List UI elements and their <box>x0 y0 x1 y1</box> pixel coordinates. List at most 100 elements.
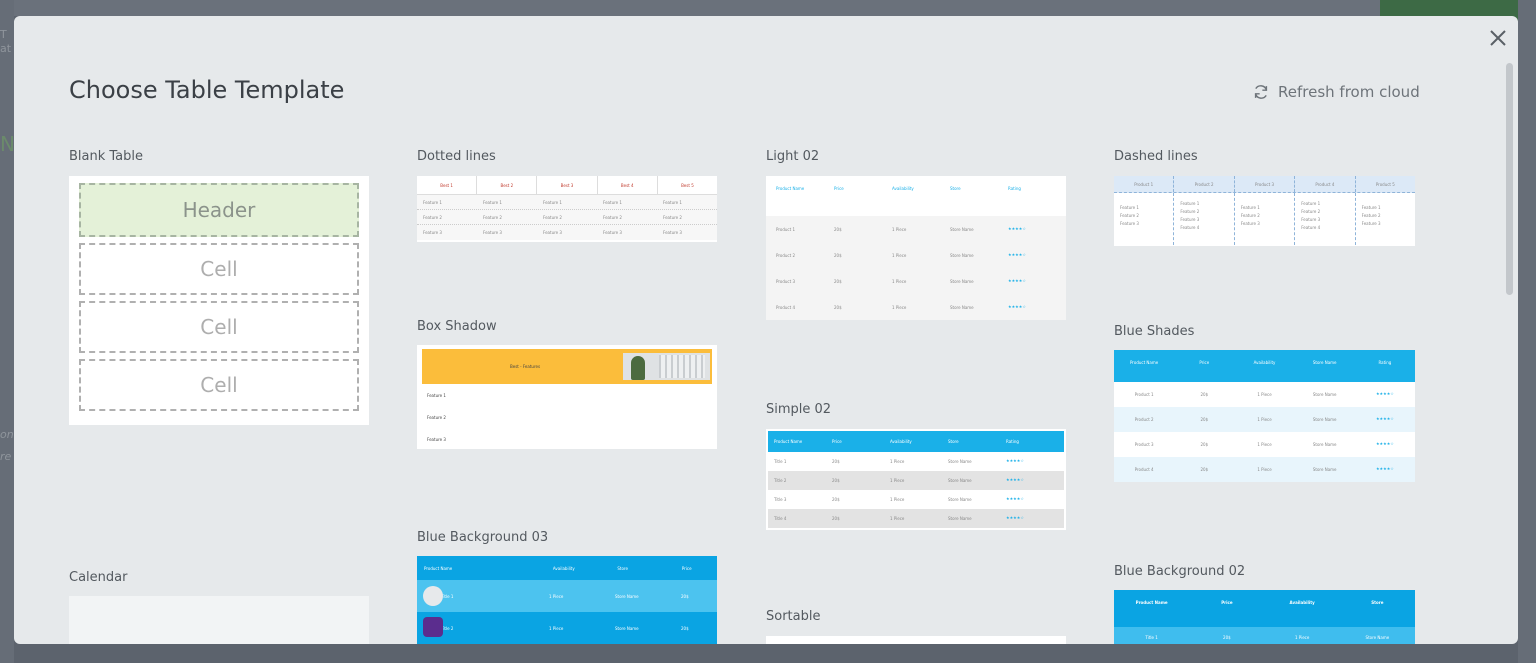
preview-cell: Cell <box>79 243 359 295</box>
backdrop-fragment: N <box>0 132 15 156</box>
template-dashed-lines[interactable]: Product 1 Product 2 Product 3 Product 4 … <box>1114 176 1415 246</box>
preview-text: Product 4 <box>1295 176 1356 192</box>
preview-text: ★★★★☆ <box>1006 515 1024 520</box>
preview-text: Feature 1 <box>427 393 446 398</box>
template-blue-background-03[interactable]: Product Name Availability Store Price Ti… <box>417 556 717 644</box>
preview-text: Store Name <box>950 227 974 232</box>
preview-text: Feature 1 <box>663 200 682 205</box>
preview-text: Feature 1 <box>1361 205 1381 210</box>
preview-text: Store Name <box>1312 360 1337 365</box>
preview-text: 1 Piece <box>1257 392 1272 397</box>
template-label-box-shadow: Box Shadow <box>417 319 497 334</box>
preview-text: Store Name <box>615 626 639 631</box>
preview-text: 1 Piece <box>892 305 907 310</box>
preview-text: Feature 2 <box>1301 209 1321 214</box>
preview-text: Store Name <box>1312 392 1337 397</box>
preview-text: Feature 3 <box>1301 217 1321 222</box>
preview-text: 1 Piece <box>892 227 907 232</box>
template-simple-02[interactable]: Product Name Price Availability Store Ra… <box>766 429 1066 530</box>
preview-text: Feature 3 <box>483 230 502 235</box>
refresh-label: Refresh from cloud <box>1278 83 1420 101</box>
preview-text: Store Name <box>950 279 974 284</box>
preview-text: Title 2 <box>441 626 454 631</box>
template-sortable[interactable] <box>766 636 1066 644</box>
preview-text: Store Name <box>1312 442 1337 447</box>
template-blue-background-02[interactable]: Product Name Price Availability Store Ti… <box>1114 590 1415 644</box>
preview-text: Store Name <box>948 497 972 502</box>
close-icon[interactable] <box>1486 26 1510 50</box>
backdrop-fragment: re <box>0 450 12 463</box>
preview-cell: Cell <box>79 301 359 353</box>
preview-text: 1 Piece <box>892 279 907 284</box>
template-label-blank-table: Blank Table <box>69 149 144 164</box>
preview-text: ★★★★☆ <box>1006 458 1024 463</box>
refresh-from-cloud-button[interactable]: Refresh from cloud <box>1252 83 1420 101</box>
preview-text: Price <box>834 186 844 191</box>
preview-text: Feature 3 <box>1361 221 1381 226</box>
template-blue-shades[interactable]: Product Name Price Availability Store Na… <box>1114 350 1415 482</box>
product-thumbnail <box>423 617 443 637</box>
template-blank-table[interactable]: Header Cell Cell Cell <box>69 176 369 425</box>
preview-text: Feature 2 <box>1180 209 1200 214</box>
preview-text: Best 5 <box>681 183 694 188</box>
preview-text: Feature 1 <box>543 200 562 205</box>
preview-text: ★★★★☆ <box>1375 466 1394 471</box>
preview-text: 1 Piece <box>1257 442 1272 447</box>
preview-text: Product 3 <box>1235 176 1296 192</box>
preview-text: Feature 2 <box>603 215 622 220</box>
preview-text: Store Name <box>948 459 972 464</box>
preview-text: Price <box>1199 360 1210 365</box>
preview-text: 1 Piece <box>549 594 564 599</box>
preview-text: Feature 2 <box>663 215 682 220</box>
preview-text: Feature 3 <box>427 437 446 442</box>
preview-text: 20$ <box>834 253 842 258</box>
preview-header: Header <box>79 183 359 237</box>
preview-text: Product 2 <box>1134 417 1154 422</box>
backdrop-left-panel: T at N on re <box>0 0 15 663</box>
backdrop-topbar <box>0 0 1536 16</box>
template-box-shadow[interactable]: Best - Features Feature 1 Feature 2 Feat… <box>417 345 717 449</box>
preview-text: Title 4 <box>774 516 787 521</box>
template-label-calendar: Calendar <box>69 570 128 585</box>
preview-text: Best 3 <box>537 176 598 194</box>
template-light-02[interactable]: Product Name Price Availability Store Ra… <box>766 176 1066 320</box>
preview-text: Product 1 <box>776 227 796 232</box>
backdrop-fragment: T <box>0 28 7 41</box>
preview-text: Rating <box>1008 186 1021 191</box>
preview-text: Feature 2 <box>1240 213 1260 218</box>
preview-text: ★★★★☆ <box>1008 278 1026 283</box>
template-label-dashed-lines: Dashed lines <box>1114 149 1198 164</box>
template-dotted-lines[interactable]: Best 1 Best 2 Best 3 Best 4 Best 5 Featu… <box>417 176 717 242</box>
preview-text: Store Name <box>950 253 974 258</box>
preview-text: Availability <box>1289 600 1315 605</box>
preview-text: Feature 3 <box>1240 221 1260 226</box>
preview-text: Product 3 <box>1134 442 1154 447</box>
preview-text: Feature 1 <box>1301 201 1321 206</box>
preview-text: Feature 2 <box>427 415 446 420</box>
preview-text: Product 1 <box>1134 392 1154 397</box>
preview-text: Store Name <box>950 305 974 310</box>
preview-text: Feature 3 <box>603 230 622 235</box>
preview-text: Store <box>1371 600 1384 605</box>
preview-text: Availability <box>1253 360 1276 365</box>
preview-text: Price <box>1221 600 1233 605</box>
backdrop-fragment: at <box>0 42 12 55</box>
preview-text: ★★★★☆ <box>1375 391 1394 396</box>
preview-text: Product 4 <box>1134 467 1154 472</box>
preview-text: Store <box>950 186 961 191</box>
preview-text: Feature 2 <box>423 215 442 220</box>
banner-image <box>623 353 710 380</box>
preview-text: Product 5 <box>1375 182 1395 187</box>
preview-text: Title 1 <box>1145 635 1158 640</box>
preview-text: 20$ <box>1200 467 1209 472</box>
preview-text: Product 2 <box>776 253 796 258</box>
preview-text: Product Name <box>424 566 453 571</box>
modal-scrollbar[interactable] <box>1506 63 1513 295</box>
modal-title: Choose Table Template <box>69 76 345 104</box>
preview-text: 20$ <box>1223 635 1231 640</box>
preview-text: Product Name <box>774 439 803 444</box>
template-label-light-02: Light 02 <box>766 149 820 164</box>
preview-text: Title 3 <box>774 497 787 502</box>
preview-text: Best 1 <box>417 176 478 194</box>
template-calendar[interactable] <box>69 596 369 644</box>
